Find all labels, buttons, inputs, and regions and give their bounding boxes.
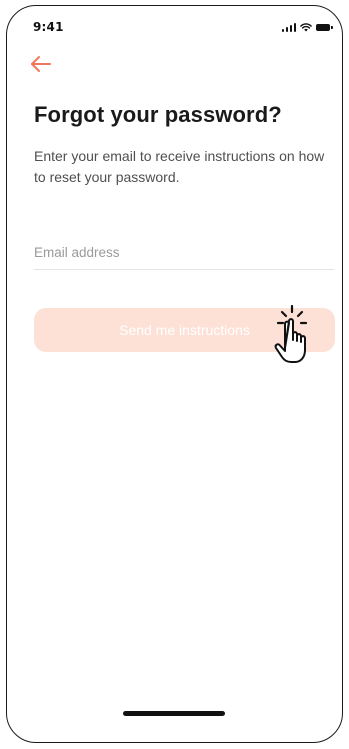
arrow-left-icon	[31, 56, 51, 72]
back-button[interactable]	[29, 53, 53, 75]
wifi-icon	[300, 23, 312, 32]
page-title: Forgot your password?	[34, 102, 282, 127]
status-time: 9:41	[33, 20, 64, 34]
battery-icon	[316, 23, 333, 31]
home-indicator	[123, 711, 225, 716]
status-icons	[281, 22, 333, 32]
status-bar: 9:41	[7, 6, 342, 40]
signal-icon	[281, 22, 296, 32]
send-instructions-button[interactable]: Send me instructions	[34, 308, 335, 352]
email-field[interactable]	[34, 236, 334, 270]
page-subtitle: Enter your email to receive instructions…	[34, 148, 325, 185]
phone-frame: 9:41 Forgot your password? Enter your em…	[6, 5, 343, 743]
